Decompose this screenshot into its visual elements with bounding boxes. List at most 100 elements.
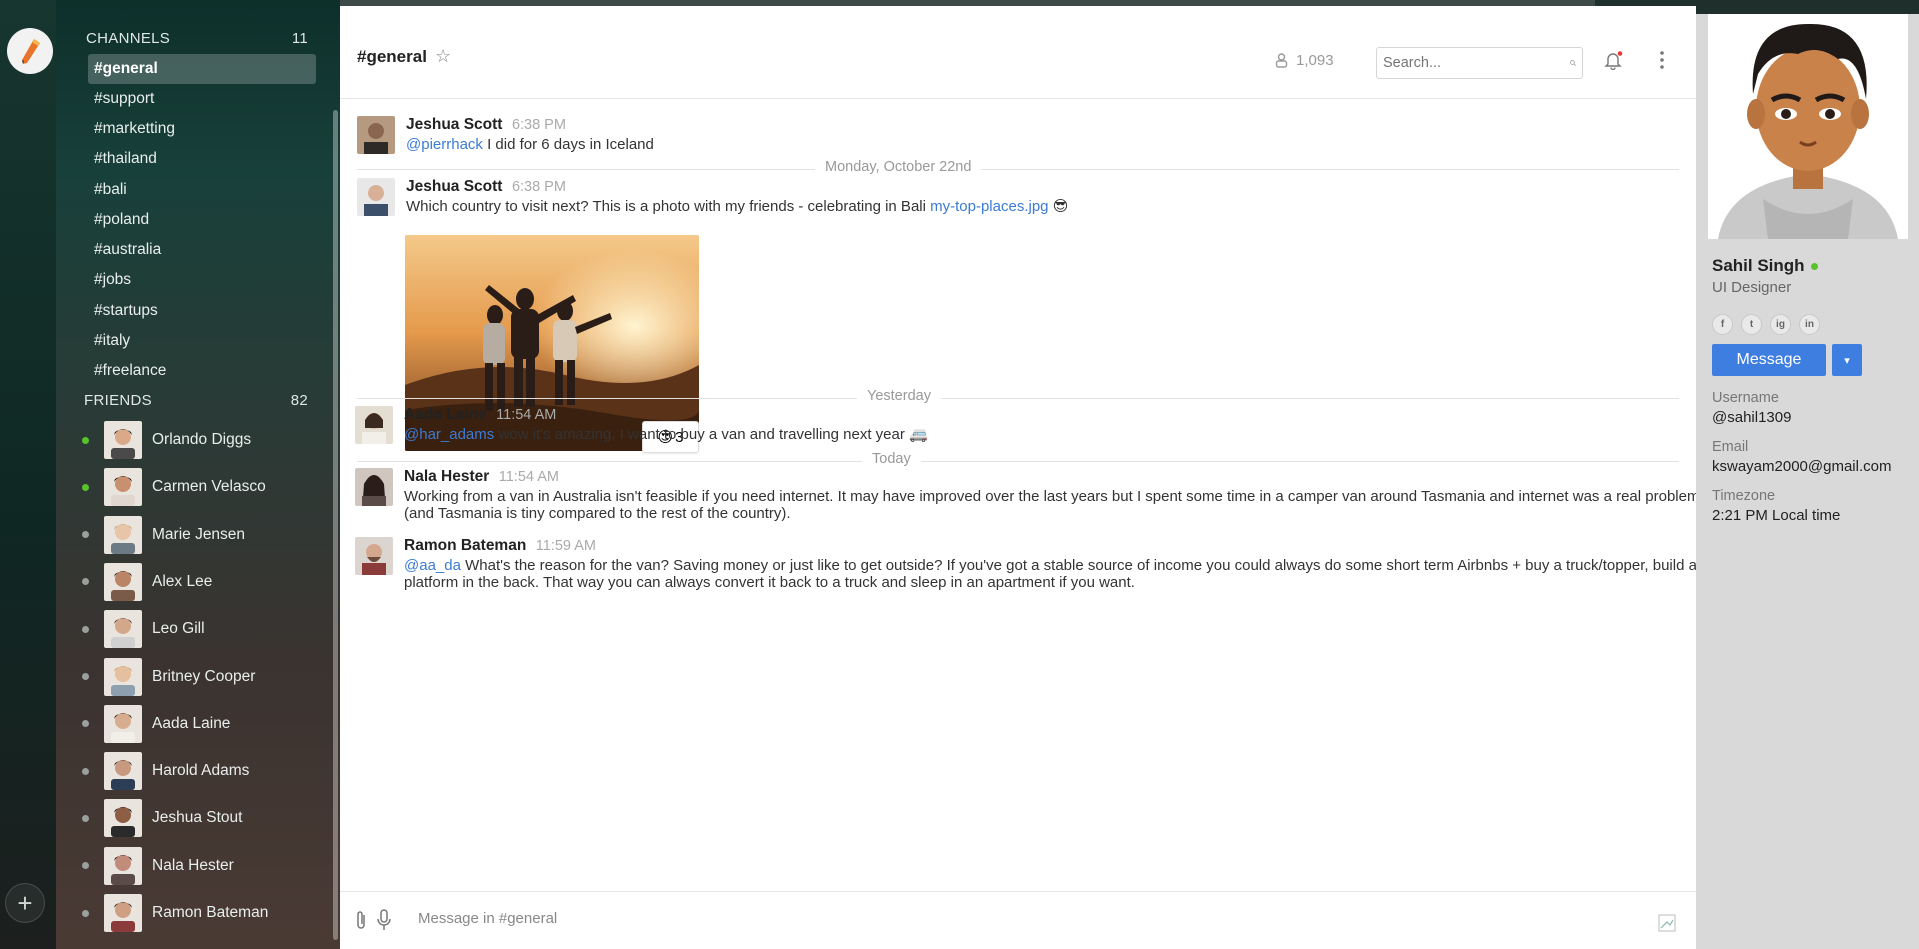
search-input[interactable] xyxy=(1383,55,1570,71)
friend-name: Nala Hester xyxy=(152,856,234,874)
more-options-icon[interactable] xyxy=(1658,50,1666,75)
date-divider: Monday, October 22nd xyxy=(357,159,1679,175)
friend-name: Orlando Diggs xyxy=(152,431,252,448)
friend-item[interactable]: Leo Gill xyxy=(82,608,322,650)
chevron-down-icon[interactable]: ▾ xyxy=(1832,344,1862,376)
sidebar-scrollbar[interactable] xyxy=(333,110,338,940)
avatar[interactable] xyxy=(355,537,393,575)
message-time: 6:38 PM xyxy=(511,179,566,195)
friend-name: Aada Laine xyxy=(152,714,231,732)
friend-name: Jeshua Stout xyxy=(152,809,243,827)
friend-item[interactable]: Nala Hester xyxy=(82,845,322,887)
paperclip-icon[interactable] xyxy=(354,909,368,931)
date-divider: Yesterday xyxy=(357,388,1679,404)
email-label: Email xyxy=(1712,439,1749,455)
offline-status-icon xyxy=(82,720,89,728)
user-mention[interactable]: @aa_da xyxy=(404,557,461,574)
bell-icon[interactable] xyxy=(1604,50,1624,75)
channels-heading: CHANNELS xyxy=(86,30,171,47)
friend-name: Carmen Velasco xyxy=(152,478,266,496)
instagram-icon[interactable]: ig xyxy=(1770,314,1791,335)
friends-heading: FRIENDS xyxy=(84,392,152,409)
online-status-icon xyxy=(1810,262,1818,270)
channel-startups[interactable]: #startups xyxy=(88,296,316,326)
search-box[interactable] xyxy=(1376,47,1583,79)
username-label: Username xyxy=(1712,390,1779,406)
channel-poland[interactable]: #poland xyxy=(88,205,316,235)
friend-item[interactable]: Britney Cooper xyxy=(82,656,322,698)
avatar[interactable] xyxy=(357,178,395,216)
pencil-logo-icon[interactable] xyxy=(7,28,53,74)
channels-header: CHANNELS 11 xyxy=(86,30,308,47)
friend-item[interactable]: Marie Jensen xyxy=(82,514,322,556)
message-button[interactable]: Message xyxy=(1712,344,1826,376)
divider-label: Yesterday xyxy=(857,388,941,404)
star-icon[interactable]: ☆ xyxy=(435,46,451,67)
channel-general[interactable]: #general xyxy=(88,54,316,84)
message-time: 6:38 PM xyxy=(511,117,566,133)
channel-sidebar: CHANNELS 11 #general #support #markettin… xyxy=(56,0,340,949)
friend-item[interactable]: Jeshua Stout xyxy=(82,797,322,839)
message-author[interactable]: Ramon Bateman xyxy=(404,537,526,554)
friend-item[interactable]: Harold Adams xyxy=(82,750,322,792)
avatar[interactable] xyxy=(355,468,393,506)
channel-header: #general ☆ 1,093 xyxy=(340,6,1696,99)
friend-item[interactable]: Orlando Diggs xyxy=(82,419,322,461)
message-body: @har_adams wow it's amazing, I want to b… xyxy=(404,426,1694,443)
message-author[interactable]: Nala Hester xyxy=(404,468,489,485)
channel-australia[interactable]: #australia xyxy=(88,235,316,265)
friend-item[interactable]: Carmen Velasco xyxy=(82,466,322,508)
message-body: Working from a van in Australia isn't fe… xyxy=(404,488,1704,522)
add-workspace-button[interactable]: + xyxy=(5,883,45,923)
message-body: @pierrhack I did for 6 days in Iceland xyxy=(406,136,1696,153)
friend-item[interactable]: Alex Lee xyxy=(82,561,322,603)
online-status-icon xyxy=(82,483,89,491)
file-link[interactable]: my-top-places.jpg xyxy=(930,198,1048,215)
channel-bali[interactable]: #bali xyxy=(88,175,316,205)
profile-avatar[interactable] xyxy=(1708,14,1908,239)
message-author[interactable]: Jeshua Scott xyxy=(406,178,502,195)
friend-item[interactable]: Aada Laine xyxy=(82,703,322,745)
message-body: Which country to visit next? This is a p… xyxy=(406,198,1696,215)
message-text: Which country to visit next? This is a p… xyxy=(406,198,931,215)
van-emoji-icon: 🚐 xyxy=(909,426,928,443)
friend-name: Britney Cooper xyxy=(152,667,256,685)
avatar[interactable] xyxy=(355,406,393,444)
profile-name: Sahil Singh xyxy=(1712,256,1805,275)
offline-status-icon xyxy=(82,814,89,822)
facebook-icon[interactable]: f xyxy=(1712,314,1733,335)
offline-status-icon xyxy=(82,625,89,633)
friend-item[interactable]: Ramon Bateman xyxy=(82,892,322,934)
avatar xyxy=(104,468,142,507)
channel-thailand[interactable]: #thailand xyxy=(88,144,316,174)
channel-marketting[interactable]: #marketting xyxy=(88,114,316,144)
message-text: I did for 6 days in Iceland xyxy=(482,136,654,153)
user-mention[interactable]: @har_adams xyxy=(404,426,494,443)
twitter-icon[interactable]: t xyxy=(1741,314,1762,335)
channel-italy[interactable]: #italy xyxy=(88,326,316,356)
send-icon[interactable] xyxy=(1658,914,1676,932)
message-input[interactable] xyxy=(418,910,1568,927)
offline-status-icon xyxy=(82,909,89,917)
channel-jobs[interactable]: #jobs xyxy=(88,265,316,295)
channel-freelance[interactable]: #freelance xyxy=(88,356,316,386)
channel-title: #general xyxy=(357,47,427,66)
offline-status-icon xyxy=(82,673,89,680)
user-mention[interactable]: @pierrhack xyxy=(406,136,483,153)
message-text: Working from a van in Australia isn't fe… xyxy=(404,488,1700,522)
divider-label: Today xyxy=(862,451,921,467)
microphone-icon[interactable] xyxy=(376,909,392,931)
member-count-value: 1,093 xyxy=(1296,52,1334,69)
message-text: wow it's amazing, I want to buy a van an… xyxy=(494,426,910,443)
message-author[interactable]: Aada Laine xyxy=(404,406,487,423)
avatar[interactable] xyxy=(357,116,395,154)
message-author[interactable]: Jeshua Scott xyxy=(406,116,502,133)
avatar xyxy=(104,515,142,554)
channel-support[interactable]: #support xyxy=(88,84,316,114)
search-icon[interactable] xyxy=(1570,55,1576,71)
date-divider: Today xyxy=(357,451,1679,467)
friends-count: 82 xyxy=(290,392,308,409)
sunglasses-emoji-icon: 😎 xyxy=(1052,198,1069,215)
online-status-icon xyxy=(82,436,89,444)
linkedin-icon[interactable]: in xyxy=(1799,314,1820,335)
